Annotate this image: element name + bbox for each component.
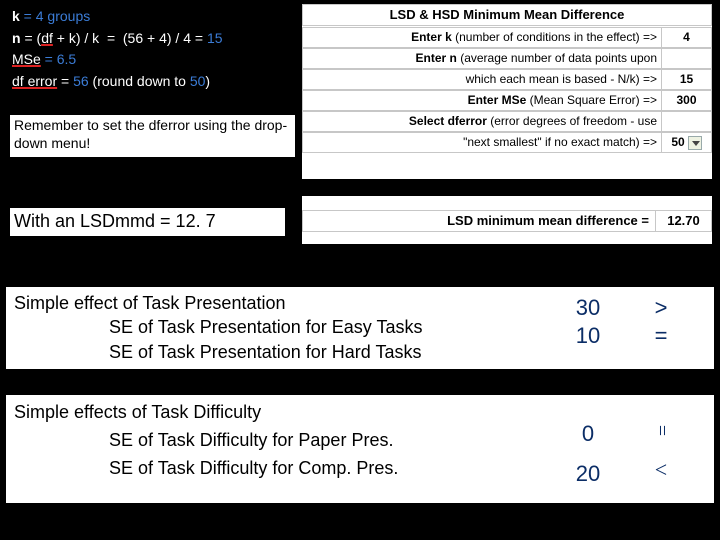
value-k[interactable]: 4 [662, 27, 712, 48]
formula-k: k = 4 groups [12, 6, 302, 28]
eff1-val-easy: 30 [562, 293, 614, 323]
remember-note: Remember to set the dferror using the dr… [10, 115, 295, 157]
eff1-val-hard: 10 [562, 321, 614, 351]
result-panel: LSD minimum mean difference = 12.70 [302, 196, 712, 244]
value-n[interactable]: 15 [662, 69, 712, 90]
spreadsheet-panel: LSD & HSD Minimum Mean Difference Enter … [302, 4, 712, 179]
effects-difficulty: Simple effects of Task Difficulty SE of … [6, 395, 714, 503]
lsdmmd-statement: With an LSDmmd = 12. 7 [10, 208, 285, 236]
sheet-row-n2: which each mean is based - N/k) => 15 [302, 69, 712, 90]
eff2-sym-paper: = [646, 416, 677, 446]
sheet-row-df1: Select dferror (error degrees of freedom… [302, 111, 712, 132]
eff1-sym-hard: = [646, 321, 676, 351]
dropdown-icon[interactable] [688, 136, 702, 150]
formula-n: n = (df + k) / k = (56 + 4) / 4 = 15 [12, 28, 302, 50]
sheet-title: LSD & HSD Minimum Mean Difference [302, 4, 712, 26]
sheet-row-df2: "next smallest" if no exact match) => 50 [302, 132, 712, 153]
result-value: 12.70 [656, 210, 712, 232]
eff2-val-paper: 0 [562, 417, 614, 451]
eff2-val-comp: 20 [562, 457, 614, 491]
formula-mse: MSe = 6.5 [12, 49, 302, 71]
result-label: LSD minimum mean difference = [302, 210, 656, 232]
eff2-sym-comp: < [646, 453, 676, 487]
effects-presentation: Simple effect of Task Presentation SE of… [6, 287, 714, 369]
value-dferror[interactable]: 50 [662, 132, 712, 153]
formula-block: k = 4 groups n = (df + k) / k = (56 + 4)… [12, 6, 302, 93]
sheet-row-mse: Enter MSe (Mean Square Error) => 300 [302, 90, 712, 111]
value-mse[interactable]: 300 [662, 90, 712, 111]
formula-dferror: df error = 56 (round down to 50) [12, 71, 302, 93]
eff1-sym-easy: > [646, 293, 676, 323]
sheet-row-k: Enter k (number of conditions in the eff… [302, 27, 712, 48]
sheet-row-n1: Enter n (average number of data points u… [302, 48, 712, 69]
